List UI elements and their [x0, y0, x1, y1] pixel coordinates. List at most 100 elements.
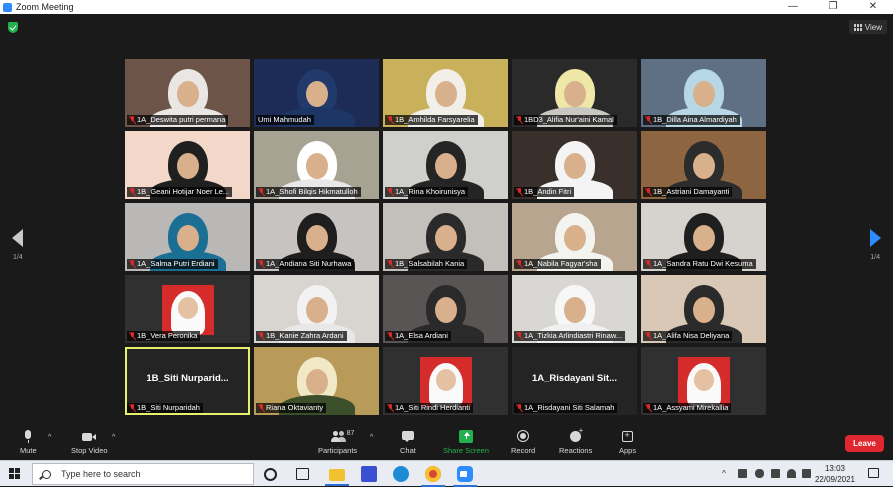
participant-face [563, 225, 586, 251]
participant-tile[interactable]: 1A_Risdayani Sit... 1A_Risdayani Siti Sal… [512, 347, 637, 415]
windows-start-icon[interactable] [9, 468, 21, 480]
participant-name: 1B_Astriani Damayanti [653, 187, 730, 196]
participants-button[interactable]: 87 Participants [318, 430, 357, 455]
participant-face [434, 81, 457, 107]
participant-tile[interactable]: 1A_Rina Khoirunisya [383, 131, 508, 199]
muted-microphone-icon [387, 404, 393, 412]
share-screen-button[interactable]: Share Screen [443, 430, 489, 455]
taskbar-clock[interactable]: 13:03 22/09/2021 [815, 463, 855, 485]
cortana-icon[interactable] [264, 468, 277, 481]
apps-button[interactable]: Apps [619, 430, 636, 455]
participant-face [563, 153, 586, 179]
participant-tile[interactable]: Riana Oktavianty [254, 347, 379, 415]
participant-name: 1A_Alifa Nisa Deliyana [653, 331, 730, 340]
participant-tile[interactable]: 1A_Elsa Ardiani [383, 275, 508, 343]
notifications-icon[interactable] [868, 468, 879, 478]
participant-face [563, 81, 586, 107]
participant-tile[interactable]: 1B_Kanie Zahra Ardani [254, 275, 379, 343]
wifi-icon[interactable] [787, 469, 796, 478]
participants-options-caret-icon[interactable]: ^ [370, 434, 373, 441]
meeting-toolbar: Mute ^ Stop Video ^ 87 Participants ^ Ch… [0, 426, 893, 460]
participant-face [692, 153, 715, 179]
volume-icon[interactable] [802, 469, 811, 478]
participant-tile[interactable]: 1A_Sandra Ratu Dwi Kesuma [641, 203, 766, 271]
participant-tile[interactable]: 1A_Shofi Bilqis Hikmatulloh [254, 131, 379, 199]
tray-app-icon[interactable] [738, 469, 747, 478]
participant-tile[interactable]: 1A_Assyami Mirekallia [641, 347, 766, 415]
muted-microphone-icon [516, 332, 522, 340]
participant-tile[interactable]: 1B_Vera Peronika [125, 275, 250, 343]
participant-tile[interactable]: 1B_Andin Fitri [512, 131, 637, 199]
previous-page-arrow-icon[interactable] [12, 229, 23, 247]
chrome-browser-icon[interactable] [421, 466, 445, 487]
next-page-arrow-icon[interactable] [870, 229, 881, 247]
chat-label: Chat [400, 446, 416, 455]
participant-tile[interactable]: 1A_Salma Putri Erdiani [125, 203, 250, 271]
record-button[interactable]: Record [511, 430, 535, 455]
participant-tile[interactable]: 1B_Astriani Damayanti [641, 131, 766, 199]
participant-tile[interactable]: 1A_Tizkia Arlindiastri Rinaw... [512, 275, 637, 343]
microphone-tray-icon[interactable] [755, 469, 764, 478]
video-gallery: 1A_Deswita putri permana Umi Mahmudah 1B_A… [125, 59, 769, 415]
participant-name: 1A_Rina Khoirunisya [395, 187, 466, 196]
view-button-label: View [864, 22, 882, 32]
participant-name: 1A_Andiana Siti Nurhawa [266, 259, 352, 268]
record-label: Record [511, 446, 536, 455]
participant-name: 1A_Siti Rindi Herdianti [395, 403, 471, 412]
participant-name-label: 1B_Amhilda Farsyarelia [385, 115, 478, 125]
participant-tile[interactable]: 1B_Amhilda Farsyarelia [383, 59, 508, 127]
participant-name-label: 1A_Risdayani Siti Salamah [514, 403, 618, 413]
leave-button[interactable]: Leave [845, 435, 884, 452]
mute-button[interactable]: Mute [20, 430, 37, 455]
participant-tile[interactable]: 1A_Deswita putri permana [125, 59, 250, 127]
file-explorer-icon[interactable] [325, 469, 349, 486]
participant-tile[interactable]: 1B_Dilla Aina Almardiyah [641, 59, 766, 127]
participants-label: Participants [318, 446, 358, 455]
participant-face [176, 225, 199, 251]
participant-tile[interactable]: 1A_Andiana Siti Nurhawa [254, 203, 379, 271]
participant-name: Umi Mahmudah [258, 115, 311, 124]
profile-photo [161, 285, 214, 335]
participant-name-label: 1BD3_Alifia Nur'aini Kamal [514, 115, 617, 125]
participant-tile[interactable]: 1A_Alifa Nisa Deliyana [641, 275, 766, 343]
muted-microphone-icon [516, 188, 522, 196]
participant-tile[interactable]: 1A_Nabila Fagyar'sha [512, 203, 637, 271]
clock-date: 22/09/2021 [814, 475, 855, 484]
chat-button[interactable]: Chat [400, 430, 416, 455]
participant-tile[interactable]: 1B_Salsabilah Kania [383, 203, 508, 271]
participant-name-label: 1B_Dilla Aina Almardiyah [643, 115, 740, 125]
participant-name-label: 1A_Siti Rindi Herdianti [385, 403, 474, 413]
whiteboard-app-icon[interactable] [361, 466, 377, 482]
participant-name: 1B_Andin Fitri [524, 187, 572, 196]
participant-tile[interactable]: 1B_Geani Hotijar Noer Le... [125, 131, 250, 199]
shield-icon[interactable] [8, 22, 18, 33]
minimize-button[interactable]: — [773, 0, 813, 14]
battery-icon[interactable] [771, 469, 780, 478]
video-options-caret-icon[interactable]: ^ [112, 434, 115, 441]
search-icon [42, 469, 51, 479]
participant-name: 1B_Siti Nurparidah [137, 403, 200, 412]
audio-options-caret-icon[interactable]: ^ [48, 434, 51, 441]
task-view-icon[interactable] [296, 468, 309, 480]
show-hidden-icons-chevron-icon[interactable]: ^ [722, 469, 726, 478]
participant-tile[interactable]: 1B_Siti Nurparid... 1B_Siti Nurparidah [125, 347, 250, 415]
participant-tile[interactable]: 1A_Siti Rindi Herdianti [383, 347, 508, 415]
muted-microphone-icon [645, 188, 651, 196]
taskbar-search-box[interactable]: Type here to search [32, 463, 254, 485]
participant-tile[interactable]: Umi Mahmudah [254, 59, 379, 127]
muted-microphone-icon [129, 116, 135, 124]
participant-name: 1A_Assyami Mirekallia [653, 403, 729, 412]
stop-video-button[interactable]: Stop Video [71, 430, 108, 455]
participant-tile[interactable]: 1BD3_Alifia Nur'aini Kamal [512, 59, 637, 127]
muted-microphone-icon [645, 332, 651, 340]
zoom-taskbar-icon[interactable] [453, 466, 477, 487]
participant-name-label: 1B_Astriani Damayanti [643, 187, 733, 197]
reactions-button[interactable]: Reactions [559, 426, 592, 455]
zoom-app-icon [3, 2, 12, 12]
close-button[interactable]: ✕ [853, 0, 893, 14]
participant-face [176, 81, 199, 107]
maximize-button[interactable]: ❐ [813, 0, 853, 14]
view-button[interactable]: View [848, 20, 887, 34]
muted-microphone-icon [645, 404, 651, 412]
edge-browser-icon[interactable] [393, 466, 409, 482]
